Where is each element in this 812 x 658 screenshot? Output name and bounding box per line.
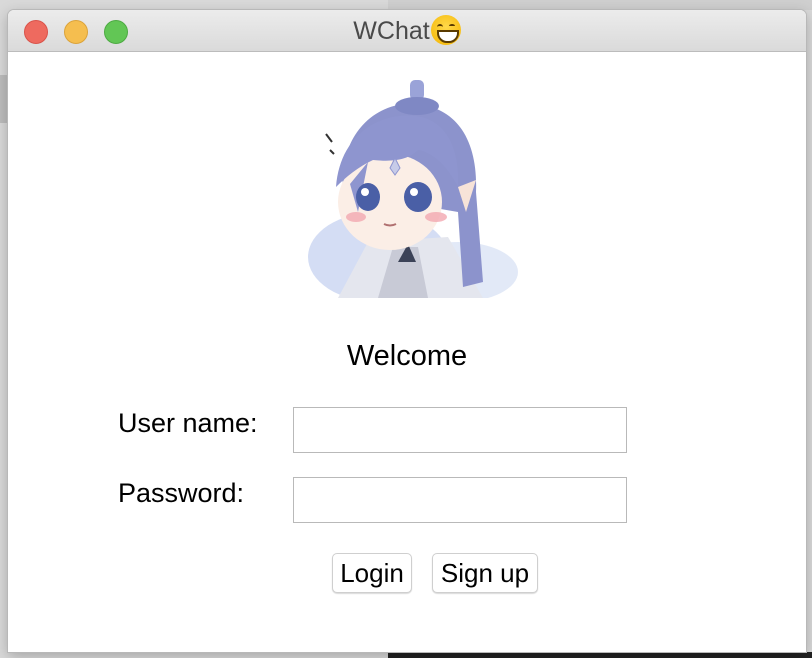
password-label: Password:	[118, 478, 245, 508]
welcome-heading: Welcome	[346, 340, 468, 372]
signup-button[interactable]: Sign up	[432, 553, 538, 593]
background-window-edge	[0, 75, 8, 123]
desktop-taskbar-edge	[388, 652, 812, 658]
window-title-text: WChat	[353, 17, 430, 45]
password-input[interactable]	[293, 477, 627, 523]
wchat-window: WChat Welcome User name: Password: Login…	[8, 10, 806, 652]
avatar-image	[298, 72, 518, 298]
desktop-background	[388, 0, 812, 10]
titlebar[interactable]: WChat	[8, 10, 806, 52]
window-title: WChat	[8, 10, 806, 52]
username-input[interactable]	[293, 407, 627, 453]
username-label: User name:	[118, 408, 258, 438]
grinning-face-emoji-icon	[430, 15, 461, 45]
login-button[interactable]: Login	[332, 553, 412, 593]
